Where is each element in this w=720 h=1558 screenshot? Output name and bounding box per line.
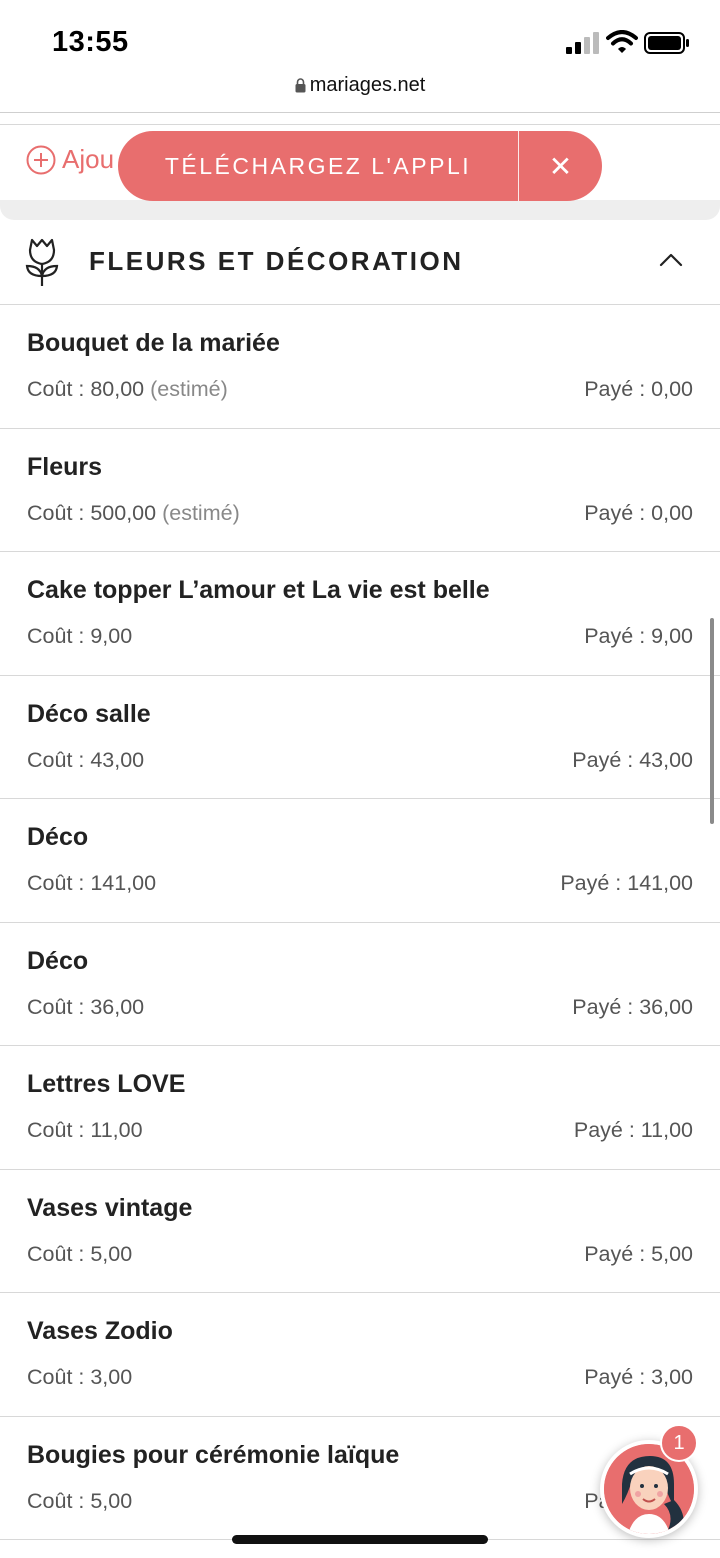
expense-cost: Coût : 5,00	[27, 1241, 133, 1266]
expense-item[interactable]: Déco Coût : 36,00 Payé : 36,00	[0, 923, 720, 1046]
expense-item[interactable]: Lettres LOVE Coût : 11,00 Payé : 11,00	[0, 1046, 720, 1170]
expense-cost: Coût : 5,00	[27, 1488, 133, 1513]
lock-icon	[295, 78, 306, 93]
section-title: FLEURS ET DÉCORATION	[89, 246, 464, 276]
expense-name: Bouquet de la mariée	[27, 329, 280, 357]
browser-url-bar[interactable]: mariages.net	[0, 74, 720, 104]
expense-item[interactable]: Vases vintage Coût : 5,00 Payé : 5,00	[0, 1170, 720, 1293]
close-banner-button[interactable]: ✕	[519, 150, 602, 183]
chevron-up-icon[interactable]	[658, 250, 684, 270]
expense-paid: Payé : 43,00	[572, 747, 693, 772]
status-bar: 13:55	[0, 0, 720, 70]
section-header-flowers[interactable]: FLEURS ET DÉCORATION	[0, 220, 720, 305]
scrollbar[interactable]	[710, 618, 714, 824]
wifi-icon	[606, 30, 638, 53]
expense-cost: Coût : 500,00 (estimé)	[27, 500, 240, 525]
battery-icon	[644, 32, 689, 54]
expense-paid: Payé : 141,00	[560, 871, 693, 895]
expense-item[interactable]: Vases Zodio Coût : 3,00 Payé : 3,00	[0, 1293, 720, 1417]
expense-cost: Coût : 3,00	[27, 1365, 133, 1389]
plus-circle-icon	[26, 145, 56, 174]
expense-name: Fleurs	[27, 452, 103, 481]
expense-item[interactable]: Déco Coût : 141,00 Payé : 141,00	[0, 799, 720, 923]
expense-paid: Payé : 0,00	[584, 500, 693, 525]
expense-item[interactable]: Cake topper L’amour et La vie est belle …	[0, 552, 720, 676]
expense-paid: Payé : 11,00	[573, 1118, 693, 1142]
expense-item[interactable]: Fleurs Coût : 500,00 (estimé) Payé : 0,0…	[0, 429, 720, 552]
expense-list: Bouquet de la mariée Coût : 80,00 (estim…	[0, 305, 720, 1540]
expense-name: Déco	[27, 823, 89, 851]
url-text: mariages.net	[309, 74, 426, 96]
banner-separator	[518, 131, 519, 201]
expense-name: Vases Zodio	[27, 1317, 173, 1345]
expense-cost: Coût : 11,00	[27, 1118, 143, 1142]
expense-name: Déco	[27, 946, 89, 975]
section-separator	[0, 200, 720, 220]
expense-cost: Coût : 9,00	[27, 624, 133, 648]
status-time: 13:55	[52, 26, 129, 58]
expense-paid: Payé : 0,00	[584, 377, 693, 401]
expense-paid: Payé : 5,00	[584, 1241, 693, 1266]
expense-item[interactable]: Bouquet de la mariée Coût : 80,00 (estim…	[0, 305, 720, 429]
expense-name: Bougies pour cérémonie laïque	[27, 1440, 400, 1469]
cellular-signal-icon	[566, 32, 599, 54]
expense-name: Déco salle	[27, 699, 151, 728]
expense-name: Vases vintage	[27, 1193, 193, 1222]
divider	[0, 112, 720, 113]
expense-name: Cake topper L’amour et La vie est belle	[27, 576, 490, 604]
download-app-button[interactable]: TÉLÉCHARGEZ L'APPLI	[118, 153, 518, 180]
home-indicator	[232, 1535, 488, 1544]
expense-name: Lettres LOVE	[27, 1070, 186, 1098]
estimated-tag: (estimé)	[150, 377, 228, 401]
divider	[0, 124, 720, 125]
notification-badge: 1	[660, 1424, 698, 1462]
expense-cost: Coût : 43,00	[27, 747, 145, 772]
expense-paid: Payé : 9,00	[584, 624, 693, 648]
expense-cost: Coût : 80,00 (estimé)	[27, 377, 228, 401]
expense-item[interactable]: Déco salle Coût : 43,00 Payé : 43,00	[0, 676, 720, 799]
add-expense-label: Ajou	[62, 144, 115, 174]
add-expense-link[interactable]: Ajou	[26, 144, 114, 175]
expense-paid: Payé : 36,00	[572, 994, 693, 1019]
expense-cost: Coût : 141,00	[27, 871, 157, 895]
expense-paid: Payé : 3,00	[584, 1365, 693, 1389]
expense-cost: Coût : 36,00	[27, 994, 145, 1019]
close-icon: ✕	[548, 150, 573, 182]
estimated-tag: (estimé)	[162, 500, 240, 525]
tulip-icon	[25, 238, 59, 286]
download-app-banner: TÉLÉCHARGEZ L'APPLI ✕	[118, 131, 602, 201]
